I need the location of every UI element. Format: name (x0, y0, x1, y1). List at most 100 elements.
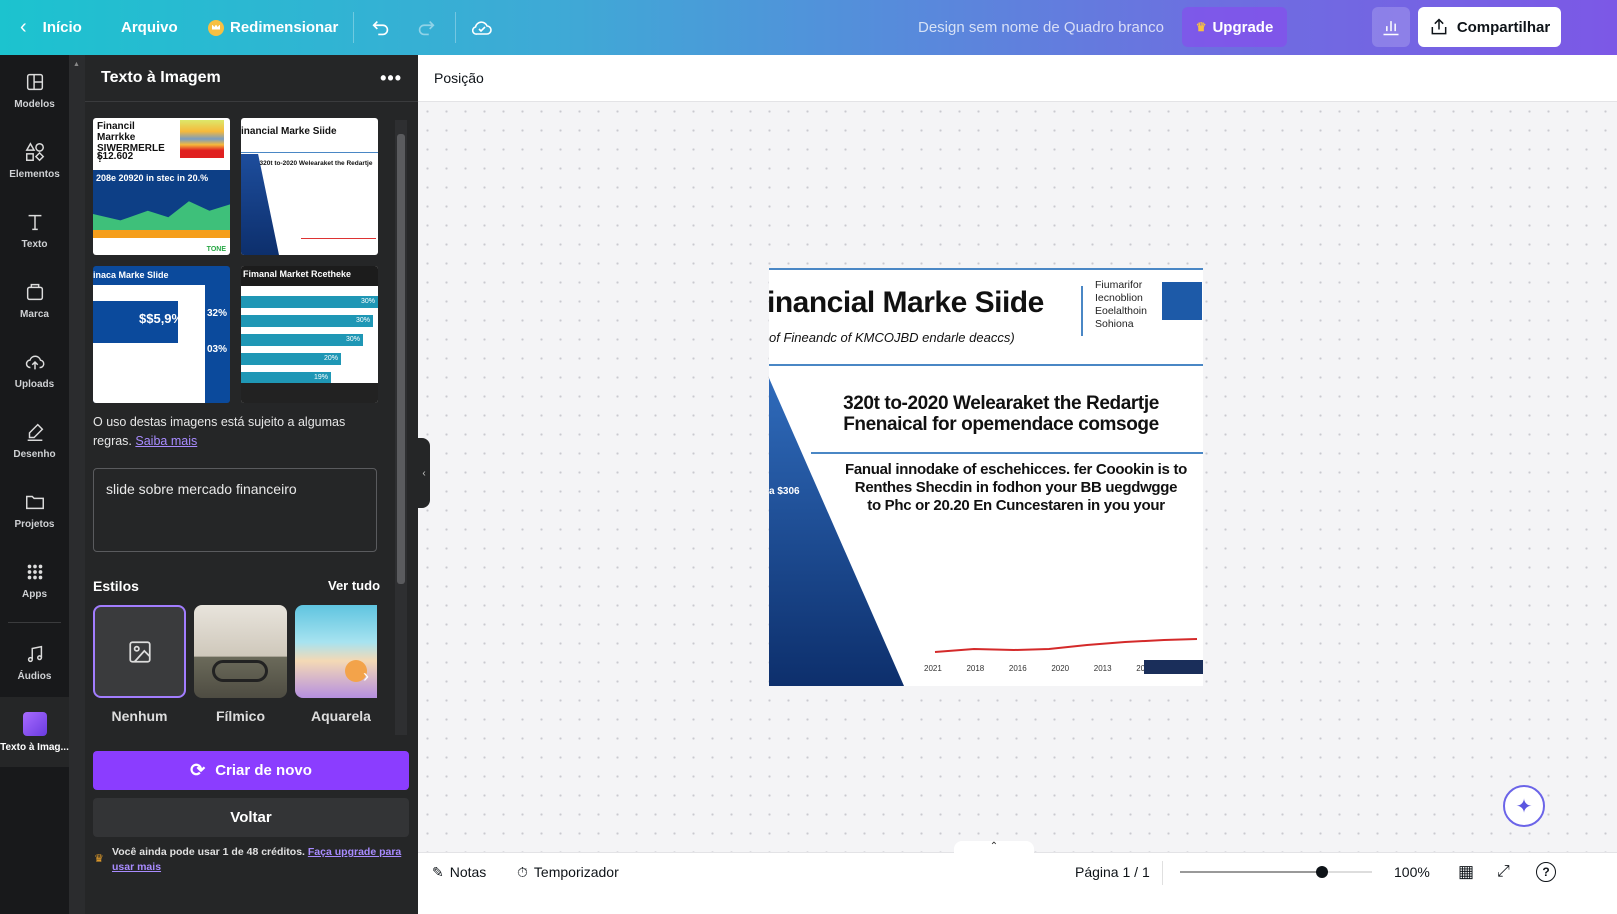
bottom-bar: ⌃ ✎ Notas ⏱ Temporizador Página 1 / 1 100%… (418, 841, 1617, 914)
rail-item-audios[interactable]: Áudios (0, 627, 69, 697)
generated-slide-image[interactable]: inancial Marke Siide Fiumarifor Iecnoblio… (769, 268, 1203, 686)
thumb-bar: 30% (241, 315, 373, 327)
shapes-icon (24, 141, 44, 161)
rail-label: Texto à Imag... (0, 741, 69, 753)
style-label: Aquarela (311, 708, 371, 724)
upgrade-button[interactable]: ♛ Upgrade (1182, 7, 1287, 47)
axis-tick-label: 2016 (1008, 664, 1027, 673)
result-thumbnail-1[interactable]: Financil Marrkke SIWERMERLE ? $12.602 20… (93, 118, 230, 255)
rail-item-uploads[interactable]: Uploads (0, 335, 69, 405)
timer-label: Temporizador (533, 864, 619, 880)
credits-text: Você ainda pode usar 1 de 48 créditos. (112, 846, 305, 858)
file-menu[interactable]: Arquivo (121, 0, 178, 55)
rail-item-modelos[interactable]: Modelos (0, 55, 69, 125)
rail-label: Uploads (14, 378, 55, 390)
thumb-headline: 320t to-2020 Welearaket the Redartje (259, 160, 373, 167)
rail-item-projetos[interactable]: Projetos (0, 475, 69, 545)
undo-icon (372, 20, 389, 35)
text-to-image-icon (22, 711, 47, 736)
notes-icon: ✎ (432, 863, 444, 880)
zoom-level[interactable]: 100% (1394, 853, 1430, 891)
rail-item-marca[interactable]: Marca (0, 265, 69, 335)
page-indicator[interactable]: Página 1 / 1 (1075, 853, 1150, 891)
axis-tick-label: 2021 (924, 664, 942, 673)
slide-side-text: Sohiona (1095, 318, 1134, 330)
text-icon (28, 214, 41, 230)
thumb-title: inancial Marke Siide (241, 126, 337, 137)
usage-note-text: O uso destas imagens está sujeito a algu… (93, 415, 346, 448)
bar-chart-icon (1383, 21, 1399, 36)
chevron-right-icon[interactable]: › (363, 666, 369, 687)
redo-button[interactable] (415, 0, 437, 55)
rail-label: Desenho (13, 448, 56, 460)
rail-label: Elementos (9, 168, 60, 180)
panel-scrollbar[interactable] (395, 120, 407, 735)
help-icon: ? (1536, 862, 1556, 882)
result-thumbnail-2[interactable]: inancial Marke Siide 320t to-2020 Welear… (241, 118, 378, 255)
style-option-filmic[interactable] (194, 605, 287, 698)
slide-title: inancial Marke Siide (769, 286, 1044, 319)
zoom-slider[interactable] (1180, 866, 1372, 878)
home-button[interactable]: ‹ Início (20, 0, 82, 55)
panel-title: Texto à Imagem (101, 69, 221, 86)
share-button[interactable]: Compartilhar (1418, 7, 1561, 47)
rail-item-texto-a-imagem[interactable]: Texto à Imag... (0, 697, 69, 767)
trend-line (934, 638, 1198, 653)
slide-side-text: Fiumarifor (1095, 279, 1143, 291)
position-button[interactable]: Posição (434, 70, 484, 86)
credits-note: Você ainda pode usar 1 de 48 créditos. F… (112, 845, 412, 875)
insights-button[interactable] (1372, 7, 1410, 47)
learn-more-link[interactable]: Saiba mais (135, 434, 197, 448)
rail-label: Modelos (14, 98, 55, 110)
chevron-up-icon[interactable]: ⌃ (954, 841, 1034, 853)
result-thumbnail-4[interactable]: Fimanal Market Rcetheke 30% 30% 30% 20% 19% (241, 266, 378, 403)
result-thumbnail-3[interactable]: inaca Marke Slide $$5,9% 32% 03% (93, 266, 230, 403)
sparkle-icon: ✦ (1515, 795, 1533, 818)
style-option-none[interactable] (93, 605, 186, 698)
resize-label: Redimensionar (230, 19, 339, 36)
thumb-headline: 208e 20920 in stec in 20.% (96, 173, 209, 183)
brand-icon (26, 283, 43, 300)
more-options-icon[interactable]: ••• (380, 68, 402, 89)
undo-button[interactable] (370, 0, 392, 55)
rail-item-apps[interactable]: Apps (0, 545, 69, 615)
see-all-link[interactable]: Ver tudo (328, 578, 380, 593)
resize-button[interactable]: Redimensionar (208, 0, 338, 55)
rail-item-elementos[interactable]: Elementos (0, 125, 69, 195)
crown-icon: ♛ (1195, 20, 1207, 34)
thumb-bar: 30% (241, 296, 378, 308)
prompt-input[interactable]: slide sobre mercado financeiro (93, 468, 377, 552)
top-bar: ‹ Início Arquivo Redimensionar Design sem… (0, 0, 1617, 55)
slide-body-line: Fanual innodake of eschehicces. fer Cooo… (844, 461, 1188, 478)
help-button[interactable]: ? (1536, 853, 1556, 891)
rail-label: Projetos (14, 518, 55, 530)
cloud-upload-icon (25, 355, 44, 369)
rail-label: Marca (20, 308, 49, 320)
back-button[interactable]: Voltar (93, 798, 409, 837)
thumb-title: inaca Marke Slide (93, 270, 169, 280)
rail-scrollbar[interactable]: ▲ (69, 55, 85, 914)
style-label: Fílmico (215, 708, 265, 724)
fullscreen-icon[interactable]: ⤢ (1497, 853, 1510, 891)
grid-icon (27, 564, 42, 579)
grid-view-icon[interactable]: ▦ (1458, 853, 1474, 891)
thumb-brand: TONE (206, 246, 226, 253)
rail-item-texto[interactable]: Texto (0, 195, 69, 265)
magic-assistant-button[interactable]: ✦ (1503, 785, 1545, 827)
create-again-button[interactable]: ⟳ Criar de novo (93, 751, 409, 790)
axis-tick-label: 2018 (966, 664, 985, 673)
timer-button[interactable]: ⏱ Temporizador (517, 853, 619, 891)
image-icon (128, 640, 151, 663)
rail-label: Áudios (17, 670, 52, 682)
notes-button[interactable]: ✎ Notas (432, 853, 486, 891)
rail-item-desenho[interactable]: Desenho (0, 405, 69, 475)
design-title[interactable]: Design sem nome de Quadro branco (918, 0, 1164, 55)
context-toolbar: Posição (418, 55, 1617, 102)
slide-left-value: a $306 (769, 486, 800, 497)
cloud-saved-button[interactable] (470, 0, 494, 55)
share-icon (1431, 18, 1447, 35)
text-to-image-panel: Texto à Imagem ••• Financil Marrkke SIWER… (85, 55, 418, 914)
collapse-panel-button[interactable]: ‹ (418, 438, 430, 508)
slide-side-text: Eoelalthoin (1095, 305, 1147, 317)
layout-icon (26, 73, 43, 90)
